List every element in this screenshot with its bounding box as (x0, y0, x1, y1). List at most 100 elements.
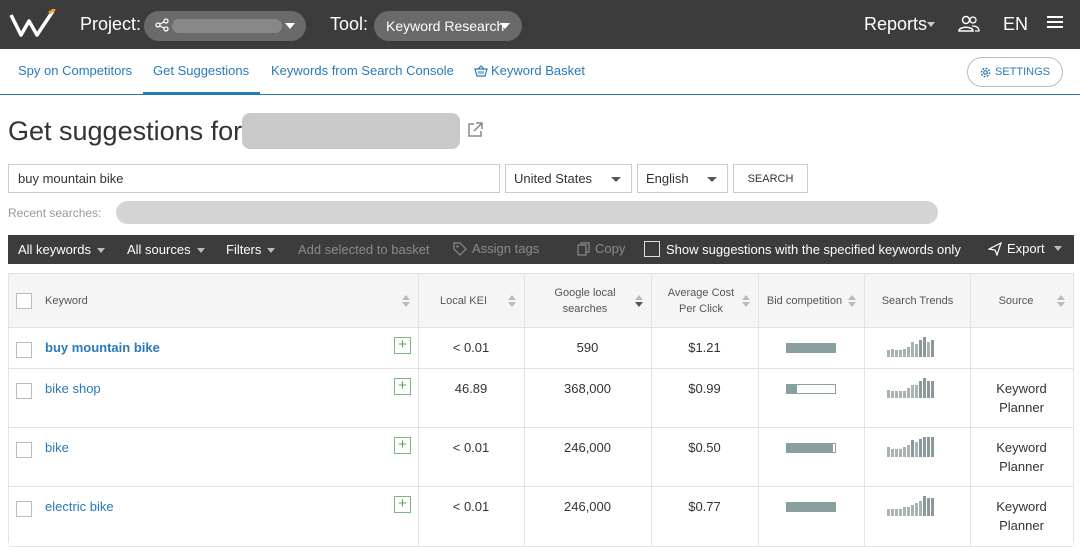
trend-bar (907, 507, 910, 516)
trend-bar (899, 509, 902, 516)
column-header-average-cpc[interactable]: Average Cost Per Click (651, 274, 758, 328)
tab-spy-on-competitors[interactable]: Spy on Competitors (18, 63, 132, 78)
language-switcher[interactable]: EN (1003, 14, 1028, 35)
tool-selector[interactable]: Keyword Research (374, 11, 522, 41)
trend-bar (899, 449, 902, 457)
table-row: bike + < 0.01 246,000 $0.50 Keyword Planner (9, 428, 1073, 487)
column-header-keyword[interactable]: Keyword (9, 274, 418, 328)
project-name-redacted (172, 19, 282, 33)
bid-competition-fill (787, 503, 835, 511)
table-cell-divider (758, 487, 759, 546)
tab-keyword-basket[interactable]: Keyword Basket (474, 63, 585, 78)
row-checkbox[interactable] (16, 342, 32, 358)
trend-bar (915, 344, 918, 357)
chevron-down-icon (927, 22, 935, 27)
add-to-basket-icon[interactable]: + (394, 337, 411, 354)
language-select[interactable]: English (637, 164, 728, 193)
search-button[interactable]: SEARCH (733, 164, 808, 193)
tab-keywords-from-search-console[interactable]: Keywords from Search Console (271, 63, 454, 78)
trend-bar (899, 350, 902, 357)
reports-menu[interactable]: Reports (864, 14, 927, 35)
row-checkbox[interactable] (16, 383, 32, 399)
copy-button[interactable]: Copy (577, 241, 625, 256)
add-to-basket-icon[interactable]: + (394, 378, 411, 395)
users-icon[interactable] (958, 15, 980, 33)
trend-bar (887, 350, 890, 357)
all-sources-label: All sources (127, 242, 191, 257)
keyword-link[interactable]: buy mountain bike (45, 340, 160, 355)
tag-icon (453, 241, 467, 256)
trend-bar (931, 498, 934, 516)
chevron-down-icon (196, 248, 205, 254)
trend-bar (887, 509, 890, 516)
add-selected-to-basket-button[interactable]: Add selected to basket (298, 242, 430, 257)
trend-bar (927, 437, 930, 457)
trend-bar (911, 385, 914, 398)
assign-tags-label: Assign tags (472, 241, 540, 256)
trend-bar (891, 391, 894, 398)
column-header-bid-competition[interactable]: Bid competition (758, 274, 864, 328)
average-cpc-value: $0.50 (688, 440, 721, 455)
google-local-searches-value: 590 (576, 340, 599, 355)
show-specified-checkbox[interactable] (644, 241, 660, 257)
column-header-local-kei[interactable]: Local KEI (418, 274, 524, 328)
trend-bar (907, 347, 910, 357)
active-tab-indicator (143, 92, 260, 95)
external-link-icon[interactable] (466, 121, 484, 139)
trend-bar (895, 449, 898, 457)
settings-button[interactable]: SETTINGS (967, 57, 1063, 87)
column-header-source[interactable]: Source (970, 274, 1073, 328)
table-cell-divider (970, 328, 971, 368)
trend-bar (923, 496, 926, 516)
app-logo[interactable] (9, 9, 59, 39)
trend-bar (915, 503, 918, 516)
filters-dropdown[interactable]: Filters (226, 242, 276, 257)
all-sources-dropdown[interactable]: All sources (127, 242, 205, 257)
sort-descending-icon (635, 295, 643, 307)
send-icon (988, 241, 1002, 256)
recent-searches-redacted (116, 201, 938, 224)
column-header-google-local-searches-label: Google local searches (554, 287, 616, 315)
table-cell-divider (864, 428, 865, 486)
table-cell-divider (864, 369, 865, 427)
row-checkbox[interactable] (16, 501, 32, 517)
column-header-google-local-searches[interactable]: Google local searches (524, 274, 651, 328)
all-keywords-dropdown[interactable]: All keywords (18, 242, 105, 257)
row-checkbox[interactable] (16, 442, 32, 458)
table-cell-divider (418, 487, 419, 546)
sort-icon (402, 295, 410, 307)
trend-bar (891, 509, 894, 516)
sort-icon (848, 295, 856, 307)
chevron-down-icon (285, 23, 295, 29)
country-select[interactable]: United States (505, 164, 632, 193)
country-select-value: United States (514, 171, 593, 186)
bid-competition-fill (787, 385, 797, 393)
keyword-input[interactable] (8, 164, 500, 193)
table-cell-divider (758, 428, 759, 486)
export-dropdown[interactable]: Export (988, 241, 1062, 256)
keyword-link[interactable]: bike shop (45, 381, 101, 396)
keyword-link[interactable]: electric bike (45, 499, 114, 514)
add-to-basket-icon[interactable]: + (394, 437, 411, 454)
add-to-basket-icon[interactable]: + (394, 496, 411, 513)
tab-get-suggestions[interactable]: Get Suggestions (153, 63, 249, 78)
bid-competition-fill (787, 344, 835, 352)
project-selector[interactable] (144, 11, 306, 41)
table-cell-divider (524, 487, 525, 546)
google-local-searches-value: 246,000 (564, 440, 611, 455)
table-row: buy mountain bike + < 0.01 590 $1.21 (9, 328, 1073, 369)
assign-tags-button[interactable]: Assign tags (453, 241, 539, 256)
show-specified-label: Show suggestions with the specified keyw… (666, 242, 961, 257)
table-cell-divider (864, 487, 865, 546)
trend-bar (907, 388, 910, 398)
hamburger-menu-icon[interactable] (1047, 16, 1063, 30)
domain-redacted (242, 113, 460, 149)
trend-bar (895, 350, 898, 357)
table-cell-divider (758, 369, 759, 427)
table-cell-divider (418, 369, 419, 427)
keyword-link[interactable]: bike (45, 440, 69, 455)
table-row: bike shop +46.89 368,000 $0.99 Keyword Plann… (9, 369, 1073, 428)
trend-bar (891, 449, 894, 457)
keywords-table: Keyword Local KEI Google local searches … (8, 273, 1074, 547)
trend-bar (919, 501, 922, 516)
